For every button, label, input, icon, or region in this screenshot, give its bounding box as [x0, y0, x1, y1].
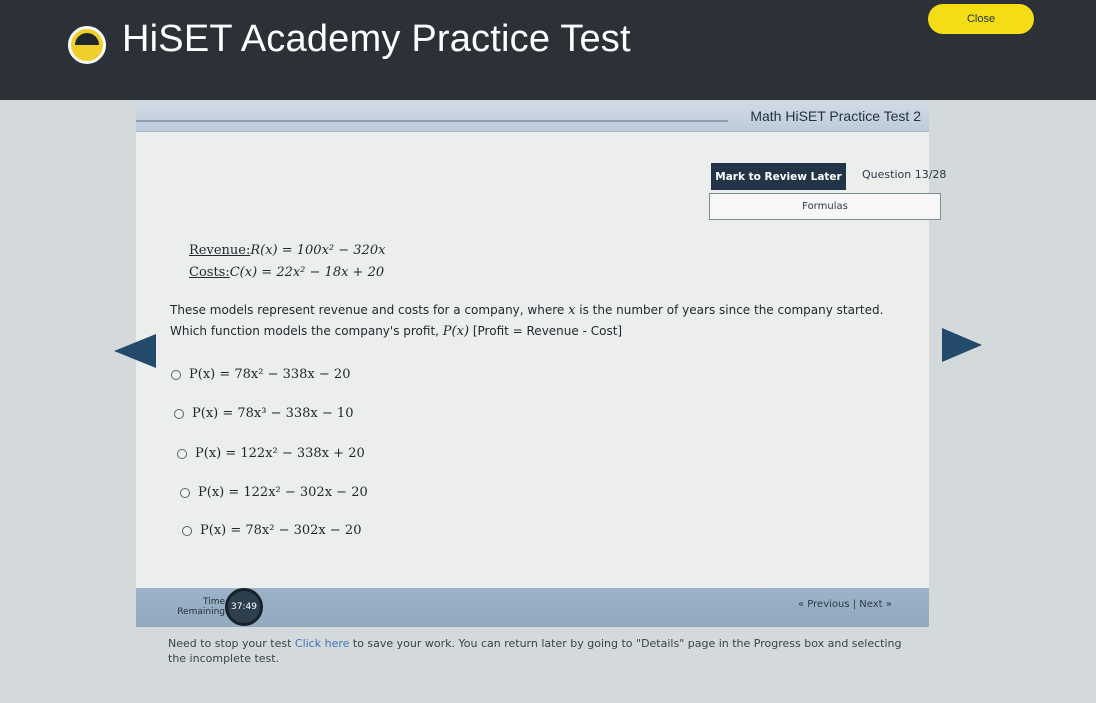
- revenue-model: Revenue:R(x) = 100x² − 320x: [189, 243, 385, 258]
- hiset-logo-icon: [68, 26, 106, 64]
- choice-text: P(x) = 78x² − 338x − 20: [189, 367, 351, 382]
- timer-badge: 37:49: [225, 588, 263, 626]
- stem-text-1: These models represent revenue and costs…: [170, 303, 569, 317]
- save-notice: Need to stop your test Click here to sav…: [168, 636, 913, 666]
- stem-function: P(x): [442, 324, 470, 339]
- answer-choice-5[interactable]: P(x) = 78x² − 302x − 20: [182, 523, 361, 538]
- revenue-label: Revenue:: [189, 243, 251, 258]
- notice-text-1: Need to stop your test: [168, 637, 295, 650]
- radio-button[interactable]: [174, 408, 184, 419]
- choice-text: P(x) = 78x³ − 338x − 10: [192, 406, 354, 421]
- choice-text: P(x) = 78x² − 302x − 20: [200, 523, 362, 538]
- revenue-formula: R(x) = 100x² − 320x: [250, 243, 386, 258]
- pagination-links: « Previous | Next »: [798, 599, 892, 610]
- radio-button[interactable]: [180, 487, 190, 498]
- radio-button[interactable]: [171, 369, 181, 380]
- answer-choice-1[interactable]: P(x) = 78x² − 338x − 20: [171, 367, 350, 382]
- header-divider: [136, 120, 728, 122]
- time-label-line1: Time: [202, 597, 225, 607]
- answer-choice-3[interactable]: P(x) = 122x² − 338x + 20: [177, 446, 365, 461]
- time-remaining-label: Time Remaining: [171, 597, 225, 617]
- time-label-line2: Remaining: [177, 607, 225, 617]
- costs-label: Costs:: [189, 265, 230, 280]
- previous-arrow-icon[interactable]: [114, 334, 156, 368]
- radio-button[interactable]: [182, 525, 192, 536]
- radio-button[interactable]: [177, 448, 187, 459]
- choice-text: P(x) = 122x² − 338x + 20: [195, 446, 365, 461]
- question-stem: These models represent revenue and costs…: [170, 300, 918, 342]
- costs-model: Costs:C(x) = 22x² − 18x + 20: [189, 265, 384, 280]
- question-counter: Question 13/28: [862, 168, 947, 181]
- test-title: Math HiSET Practice Test 2: [750, 108, 921, 124]
- answer-choice-2[interactable]: P(x) = 78x³ − 338x − 10: [174, 406, 353, 421]
- answer-choice-4[interactable]: P(x) = 122x² − 302x − 20: [180, 485, 368, 500]
- next-link[interactable]: Next »: [859, 599, 892, 610]
- app-title: HiSET Academy Practice Test: [122, 18, 631, 60]
- choice-text: P(x) = 122x² − 302x − 20: [198, 485, 368, 500]
- close-button[interactable]: Close: [928, 4, 1034, 34]
- previous-link[interactable]: « Previous: [798, 599, 850, 610]
- save-work-link[interactable]: Click here: [295, 637, 350, 650]
- nav-separator: |: [849, 599, 860, 610]
- test-header: Math HiSET Practice Test 2: [136, 103, 929, 132]
- costs-formula: C(x) = 22x² − 18x + 20: [229, 265, 385, 280]
- mark-review-button[interactable]: Mark to Review Later: [711, 163, 846, 190]
- formulas-button[interactable]: Formulas: [709, 193, 941, 220]
- stem-text-3: [Profit = Revenue - Cost]: [469, 324, 623, 338]
- next-arrow-icon[interactable]: [942, 328, 982, 362]
